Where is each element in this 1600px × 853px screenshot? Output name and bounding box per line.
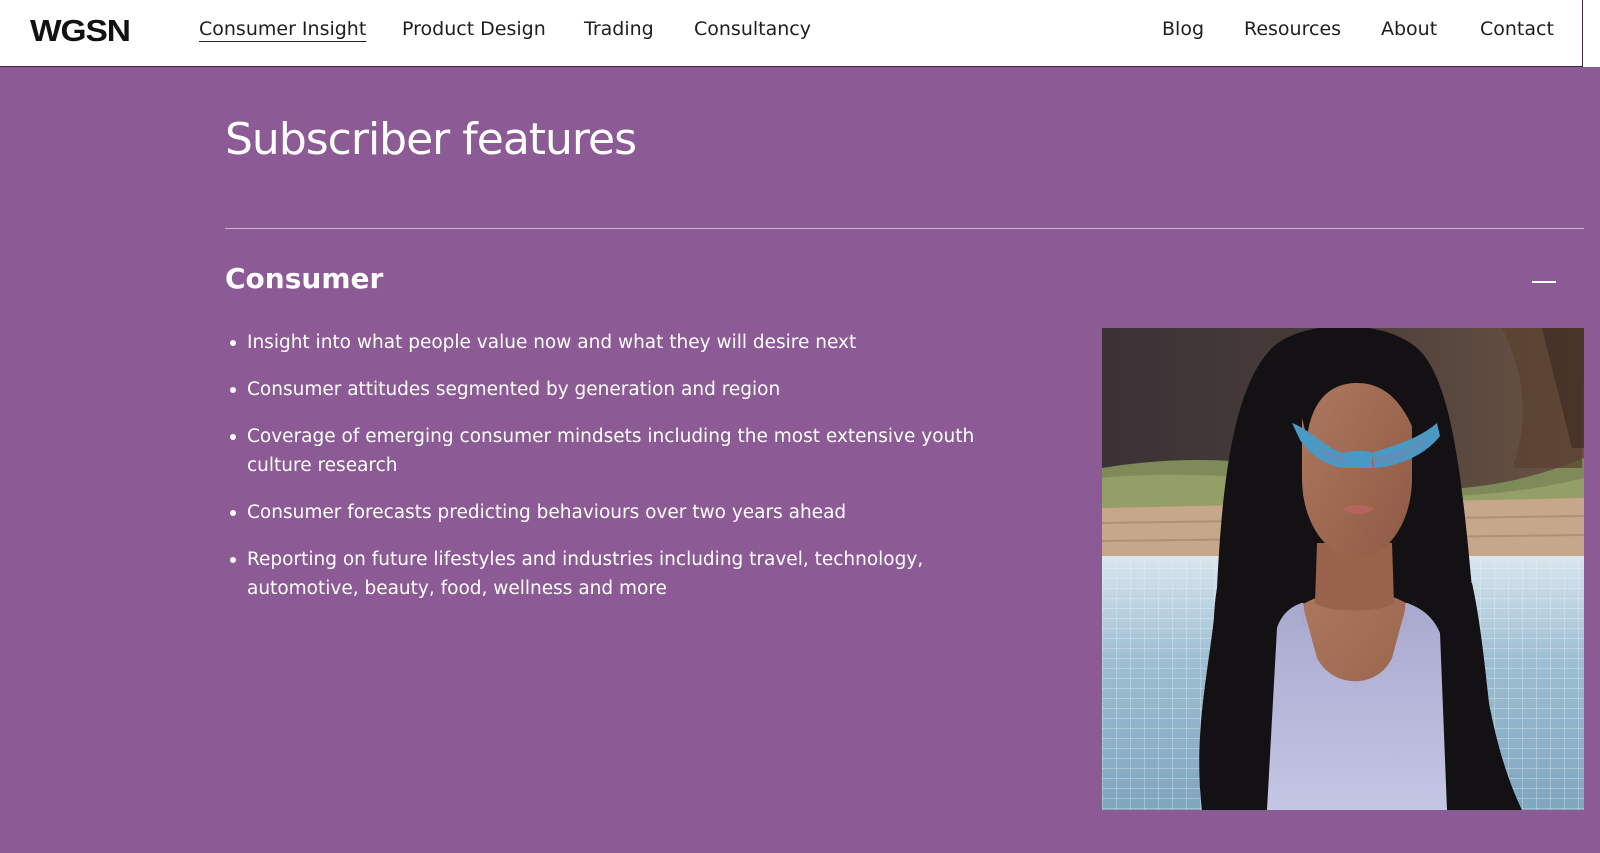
- section-divider: [225, 228, 1584, 229]
- consumer-feature-list: Insight into what people value now and w…: [225, 328, 1015, 621]
- nav-trading[interactable]: Trading: [584, 17, 654, 41]
- top-navigation: WGSN Consumer Insight Product Design Tra…: [0, 0, 1583, 67]
- list-item: Insight into what people value now and w…: [225, 328, 1015, 357]
- nav-consumer-insight[interactable]: Consumer Insight: [199, 17, 366, 41]
- list-item-text: Consumer forecasts predicting behaviours…: [247, 502, 847, 523]
- bullet-icon: [230, 340, 236, 346]
- nav-resources[interactable]: Resources: [1244, 17, 1341, 41]
- bullet-icon: [230, 434, 236, 440]
- bullet-icon: [230, 510, 236, 516]
- nav-blog[interactable]: Blog: [1162, 17, 1204, 41]
- nav-product-design[interactable]: Product Design: [402, 17, 546, 41]
- minus-icon: [1532, 281, 1556, 283]
- accordion-heading-consumer[interactable]: Consumer: [225, 262, 383, 296]
- list-item: Reporting on future lifestyles and indus…: [225, 545, 1015, 603]
- list-item: Coverage of emerging consumer mindsets i…: [225, 422, 1015, 480]
- consumer-feature-photo: [1102, 328, 1584, 810]
- collapse-button[interactable]: [1530, 270, 1558, 290]
- wgsn-logo[interactable]: WGSN: [30, 15, 131, 46]
- bullet-icon: [230, 557, 236, 563]
- bullet-icon: [230, 387, 236, 393]
- nav-contact[interactable]: Contact: [1480, 17, 1554, 41]
- nav-about[interactable]: About: [1381, 17, 1437, 41]
- list-item-text: Reporting on future lifestyles and indus…: [247, 549, 924, 599]
- list-item: Consumer forecasts predicting behaviours…: [225, 498, 1015, 527]
- nav-consultancy[interactable]: Consultancy: [694, 17, 811, 41]
- list-item-text: Insight into what people value now and w…: [247, 332, 857, 353]
- list-item: Consumer attitudes segmented by generati…: [225, 375, 1015, 404]
- page-title: Subscriber features: [225, 114, 637, 165]
- page-edge: [1583, 0, 1600, 67]
- list-item-text: Consumer attitudes segmented by generati…: [247, 379, 781, 400]
- list-item-text: Coverage of emerging consumer mindsets i…: [247, 426, 975, 476]
